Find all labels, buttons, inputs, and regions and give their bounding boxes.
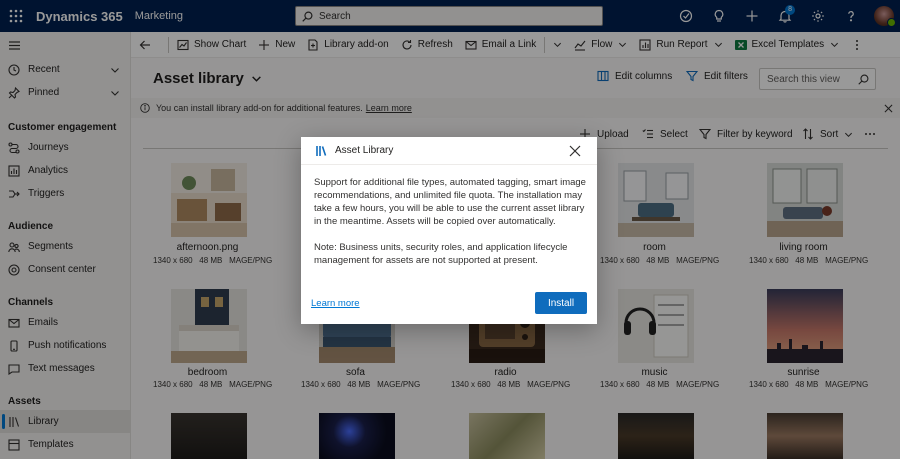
dialog-body: Support for additional file types, autom… [314,176,589,280]
asset-library-dialog: Asset Library Support for additional fil… [301,137,597,324]
close-icon[interactable] [569,145,581,157]
dialog-description: Support for additional file types, autom… [314,177,586,227]
dialog-header: Asset Library [301,137,597,165]
dialog-note: Note: Business units, security roles, an… [314,242,568,266]
library-icon [316,145,327,156]
install-button[interactable]: Install [535,292,587,314]
dialog-title: Asset Library [335,145,394,156]
learn-more-link[interactable]: Learn more [311,298,360,309]
